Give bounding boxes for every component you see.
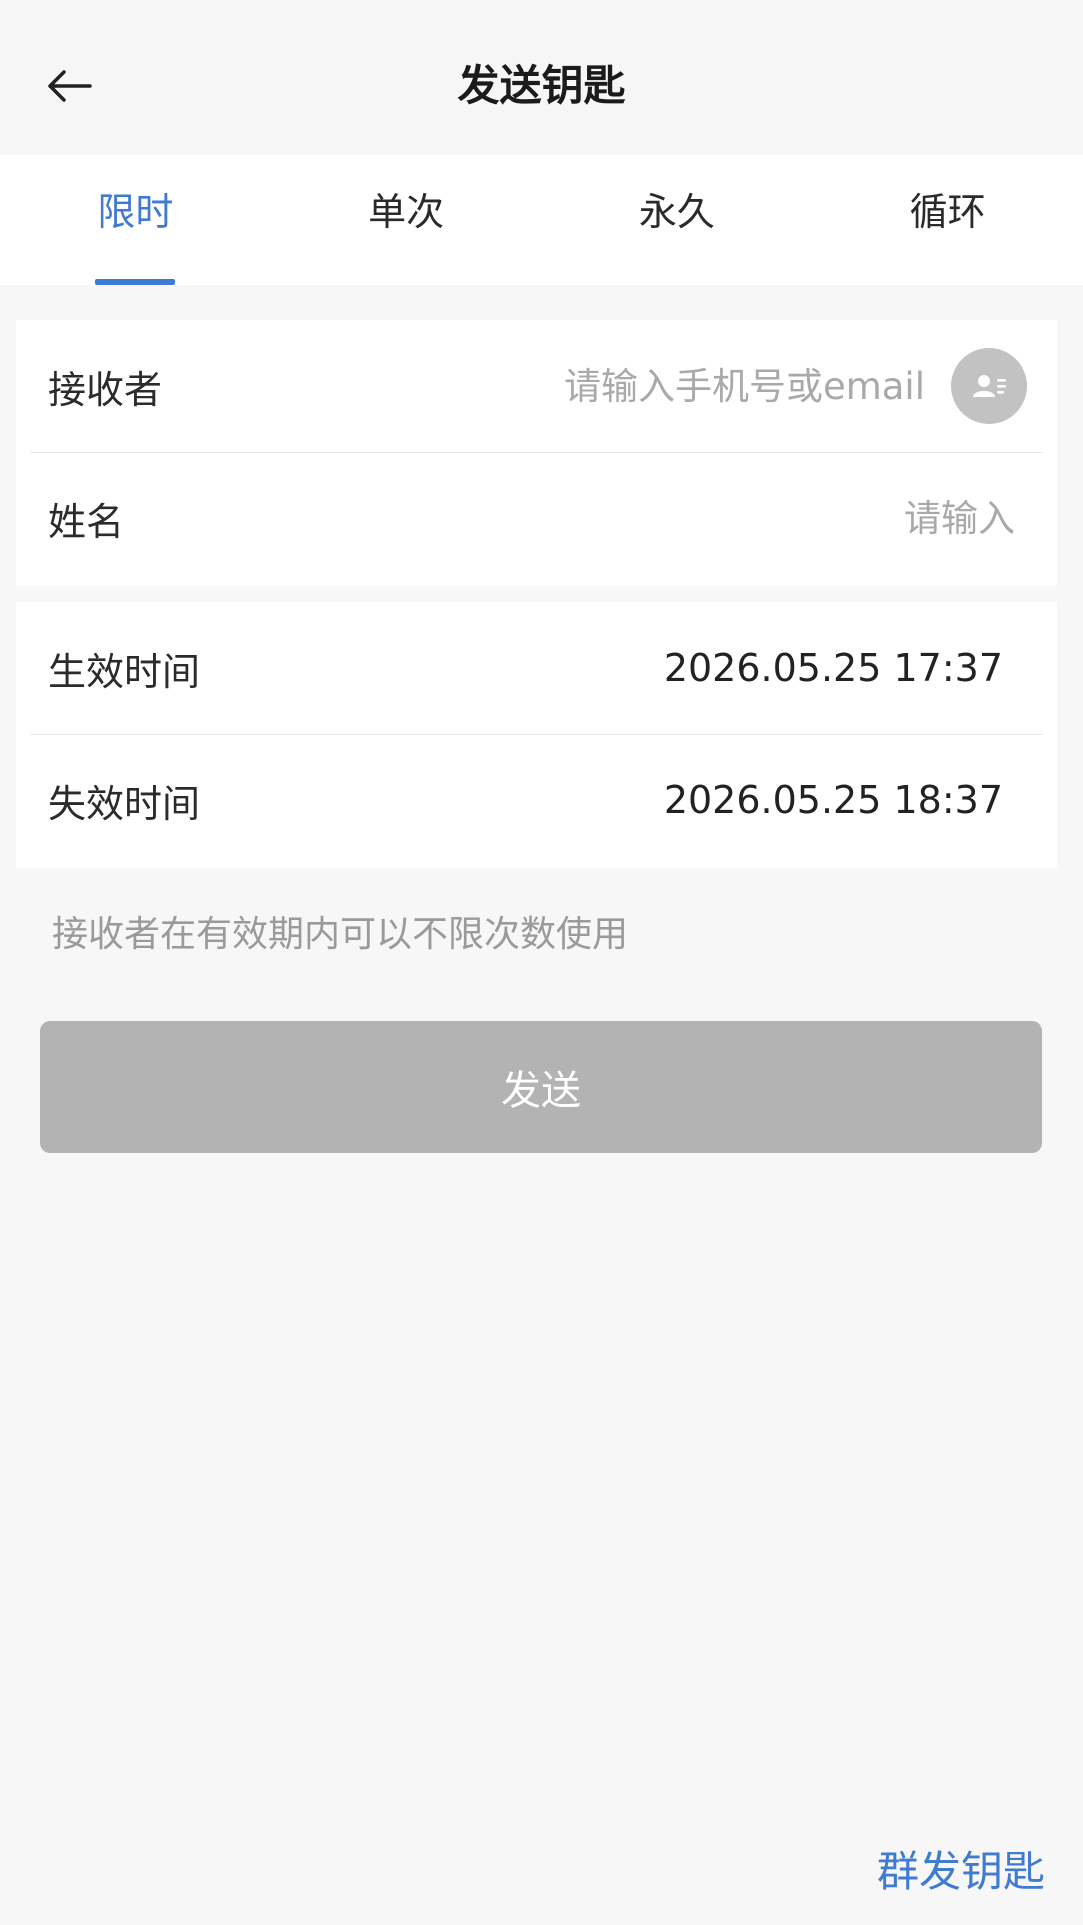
recipient-row: 接收者 (16, 320, 1057, 452)
expiry-time-label: 失效时间 (48, 781, 201, 826)
usage-hint: 接收者在有效期内可以不限次数使用 (52, 914, 629, 955)
send-button[interactable]: 发送 (40, 1021, 1042, 1153)
page-title: 发送钥匙 (457, 61, 626, 110)
expiry-time-value[interactable]: 2026.05.25 18:37 (664, 778, 1003, 822)
tab-time-limited[interactable]: 限时 (0, 155, 271, 285)
recipient-card: 接收者 姓名 (16, 320, 1057, 586)
contact-picker-button[interactable] (951, 348, 1027, 424)
contact-card-icon (973, 375, 1006, 397)
tab-label: 循环 (909, 190, 986, 234)
tab-bar: 限时 单次 永久 循环 (0, 155, 1083, 285)
tab-single-use[interactable]: 单次 (271, 155, 542, 285)
effective-time-label: 生效时间 (48, 649, 201, 694)
tab-recurring[interactable]: 循环 (812, 155, 1083, 285)
tab-label: 单次 (368, 190, 445, 234)
expiry-time-row[interactable]: 失效时间 2026.05.25 18:37 (16, 734, 1057, 866)
recipient-label: 接收者 (48, 367, 163, 412)
effective-time-row[interactable]: 生效时间 2026.05.25 17:37 (16, 602, 1057, 734)
name-row: 姓名 (16, 452, 1057, 584)
recipient-input[interactable] (403, 363, 927, 409)
name-input[interactable] (493, 495, 1017, 541)
tab-label: 永久 (638, 190, 715, 234)
header-bar: 发送钥匙 (0, 0, 1083, 155)
tab-label: 限时 (97, 190, 174, 234)
name-label: 姓名 (48, 499, 125, 544)
tab-permanent[interactable]: 永久 (542, 155, 813, 285)
time-card: 生效时间 2026.05.25 17:37 失效时间 2026.05.25 18… (16, 602, 1057, 868)
effective-time-value[interactable]: 2026.05.25 17:37 (664, 646, 1003, 690)
tab-active-indicator (95, 279, 176, 285)
group-send-link[interactable]: 群发钥匙 (877, 1838, 1045, 1899)
